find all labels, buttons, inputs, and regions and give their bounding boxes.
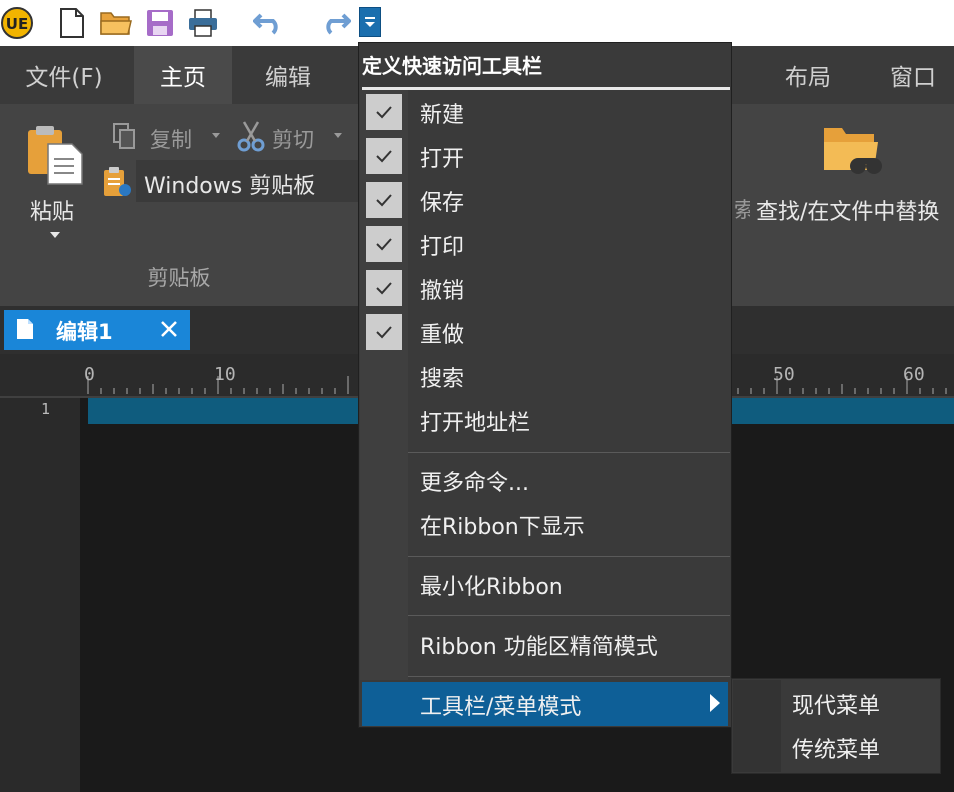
submenu-gutter <box>733 680 781 772</box>
tab-file[interactable]: 文件(F) <box>18 46 110 104</box>
menu-item-minimize-ribbon[interactable]: 最小化Ribbon <box>420 569 563 601</box>
menu-item-show-below-ribbon[interactable]: 在Ribbon下显示 <box>420 509 585 541</box>
menu-title: 定义快速访问工具栏 <box>362 54 542 78</box>
menu-separator <box>408 676 730 677</box>
qat-dropdown-icon[interactable] <box>359 7 381 37</box>
clipboard-icon <box>102 166 132 202</box>
save-icon[interactable] <box>143 6 177 40</box>
cut-dropdown-icon[interactable] <box>334 133 342 138</box>
menu-item-undo[interactable]: 撤销 <box>420 273 464 305</box>
check-icon <box>366 226 402 262</box>
menu-separator <box>408 615 730 616</box>
menu-item-ribbon-compact[interactable]: Ribbon 功能区精简模式 <box>420 629 658 661</box>
print-icon[interactable] <box>186 6 220 40</box>
menu-item-new[interactable]: 新建 <box>420 97 464 129</box>
open-folder-icon[interactable] <box>99 6 133 40</box>
tab-window[interactable]: 窗口 <box>876 46 950 104</box>
clipboard-group-label: 剪贴板 <box>147 266 211 290</box>
customize-qat-menu <box>358 42 732 728</box>
scissors-icon <box>236 120 266 156</box>
paste-button[interactable]: 粘贴 <box>30 194 74 226</box>
ruler-label: 10 <box>214 364 236 385</box>
find-in-files-icon <box>822 120 884 188</box>
check-icon <box>366 138 402 174</box>
redo-icon[interactable] <box>318 6 352 40</box>
copy-dropdown-icon[interactable] <box>212 133 220 138</box>
cut-button[interactable]: 剪切 <box>272 124 314 154</box>
paste-icon[interactable] <box>26 124 86 190</box>
menu-item-open-address-bar[interactable]: 打开地址栏 <box>420 405 530 437</box>
menu-item-print[interactable]: 打印 <box>420 229 464 261</box>
menu-item-save[interactable]: 保存 <box>420 185 464 217</box>
menu-item-toolbar-menu-mode-label: 工具栏/菜单模式 <box>420 695 582 720</box>
ruler-label: 0 <box>84 364 95 385</box>
menu-item-more-commands[interactable]: 更多命令... <box>420 465 529 497</box>
tab-layout[interactable]: 布局 <box>770 46 846 104</box>
menu-item-open[interactable]: 打开 <box>420 141 464 173</box>
ue-logo-icon[interactable]: UE <box>0 6 34 40</box>
find-replace-in-files-button[interactable]: 查找/在文件中替换 <box>756 194 939 226</box>
menu-title-underline <box>362 87 730 90</box>
menu-item-redo[interactable]: 重做 <box>420 317 464 349</box>
submenu-item-modern[interactable]: 现代菜单 <box>792 688 880 720</box>
document-tab[interactable]: 编辑1 <box>4 310 190 350</box>
ruler-label: 50 <box>773 364 795 385</box>
document-icon <box>16 318 34 344</box>
tab-home[interactable]: 主页 <box>134 46 232 104</box>
quick-access-toolbar: UE <box>0 0 954 46</box>
check-icon <box>366 270 402 306</box>
close-tab-icon[interactable] <box>160 320 178 342</box>
line-number: 1 <box>40 400 50 418</box>
menu-separator <box>408 556 730 557</box>
check-icon <box>366 314 402 350</box>
windows-clipboard-button[interactable]: Windows 剪贴板 <box>144 168 315 200</box>
ruler-label: 60 <box>903 364 925 385</box>
submenu-item-classic[interactable]: 传统菜单 <box>792 732 880 764</box>
tab-edit[interactable]: 编辑 <box>248 46 328 104</box>
check-icon <box>366 94 402 130</box>
menu-item-search[interactable]: 搜索 <box>420 361 464 393</box>
undo-icon[interactable] <box>252 6 286 40</box>
ribbon-partial-char: 索 <box>734 198 750 222</box>
menu-separator <box>408 452 730 453</box>
copy-button[interactable]: 复制 <box>150 124 192 154</box>
line-number-gutter <box>0 398 80 792</box>
svg-text:UE: UE <box>6 15 28 33</box>
menu-check-gutter <box>360 90 408 680</box>
submenu-arrow-icon <box>710 694 720 712</box>
new-file-icon[interactable] <box>55 6 89 40</box>
paste-dropdown-icon[interactable] <box>50 232 60 238</box>
document-tab-label: 编辑1 <box>56 320 113 344</box>
copy-icon <box>112 122 136 154</box>
check-icon <box>366 182 402 218</box>
